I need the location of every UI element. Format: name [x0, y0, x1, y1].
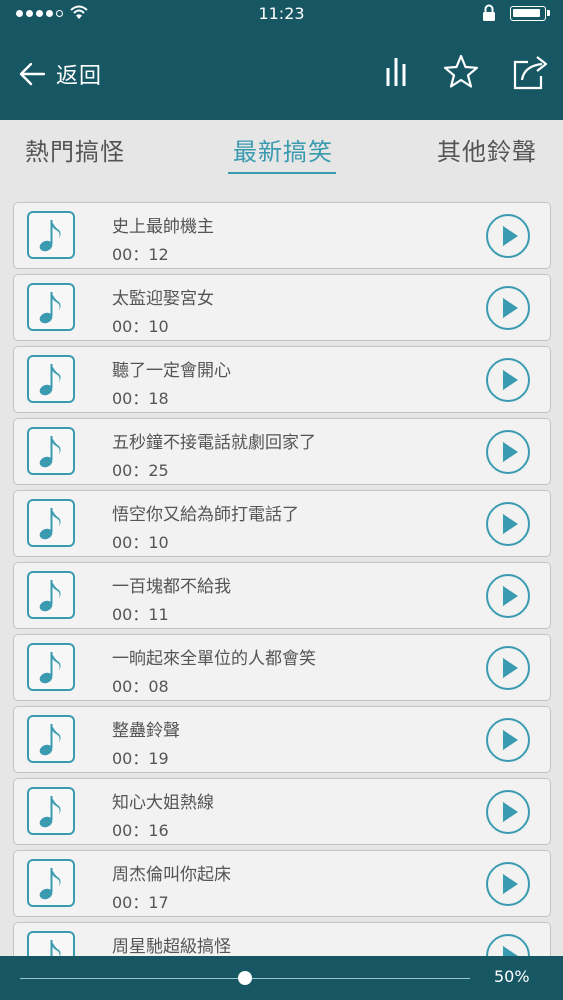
app-header: 返回	[0, 28, 563, 120]
tab-other-ringtones[interactable]: 其他鈴聲	[437, 132, 537, 167]
ringtone-duration: 00：10	[112, 317, 169, 336]
ringtone-duration: 00：25	[112, 461, 169, 480]
ringtone-item[interactable]: 整蠱鈴聲 00：19	[13, 706, 551, 773]
battery-icon	[510, 6, 550, 21]
music-note-icon	[27, 283, 75, 331]
music-note-icon	[27, 859, 75, 907]
volume-percent: 50%	[494, 967, 530, 986]
ringtone-item[interactable]: 知心大姐熱線 00：16	[13, 778, 551, 845]
play-icon[interactable]	[486, 214, 530, 258]
music-note-icon	[27, 715, 75, 763]
ringtone-duration: 00：11	[112, 605, 169, 624]
status-time: 11:23	[258, 4, 305, 23]
ringtone-item[interactable]: 周星馳超級搞怪	[13, 922, 551, 956]
music-note-icon	[27, 931, 75, 956]
ringtone-list[interactable]: 史上最帥機主 00：12 太監迎娶宮女 00：10 聽了一定會開心 00：18 五秒鐘不接電…	[0, 200, 563, 956]
back-button[interactable]: 返回	[18, 52, 102, 96]
play-icon[interactable]	[486, 934, 530, 956]
play-icon[interactable]	[486, 790, 530, 834]
play-icon[interactable]	[486, 574, 530, 618]
ringtone-title: 聽了一定會開心	[112, 361, 231, 381]
ringtone-item[interactable]: 太監迎娶宮女 00：10	[13, 274, 551, 341]
ringtone-title: 史上最帥機主	[112, 217, 214, 237]
equalizer-icon[interactable]	[384, 52, 410, 92]
ringtone-title: 一晌起來全單位的人都會笑	[112, 649, 316, 669]
tab-latest-funny[interactable]: 最新搞笑	[233, 132, 333, 167]
ringtone-title: 太監迎娶宮女	[112, 289, 214, 309]
back-label: 返回	[56, 64, 103, 89]
music-note-icon	[27, 427, 75, 475]
ringtone-title: 五秒鐘不接電話就劇回家了	[112, 433, 316, 453]
music-note-icon	[27, 643, 75, 691]
music-note-icon	[27, 787, 75, 835]
ringtone-title: 整蠱鈴聲	[112, 721, 180, 741]
ringtone-item[interactable]: 悟空你又給為師打電話了 00：10	[13, 490, 551, 557]
status-bar: 11:23	[0, 0, 563, 28]
tab-hot-pranks[interactable]: 熱門搞怪	[25, 132, 125, 167]
ringtone-title: 周杰倫叫你起床	[112, 865, 231, 885]
play-icon[interactable]	[486, 646, 530, 690]
ringtone-title: 一百塊都不給我	[112, 577, 231, 597]
ringtone-duration: 00：18	[112, 389, 169, 408]
play-icon[interactable]	[486, 430, 530, 474]
ringtone-item[interactable]: 一百塊都不給我 00：11	[13, 562, 551, 629]
music-note-icon	[27, 571, 75, 619]
ringtone-duration: 00：16	[112, 821, 169, 840]
lock-icon	[483, 4, 495, 21]
star-icon[interactable]	[443, 52, 479, 92]
active-tab-indicator	[228, 172, 336, 174]
ringtone-duration: 00：08	[112, 677, 169, 696]
ringtone-item[interactable]: 一晌起來全單位的人都會笑 00：08	[13, 634, 551, 701]
ringtone-title: 悟空你又給為師打電話了	[112, 505, 299, 525]
ringtone-duration: 00：19	[112, 749, 169, 768]
ringtone-title: 周星馳超級搞怪	[112, 937, 231, 956]
play-icon[interactable]	[486, 718, 530, 762]
ringtone-duration: 00：12	[112, 245, 169, 264]
music-note-icon	[27, 499, 75, 547]
ringtone-title: 知心大姐熱線	[112, 793, 214, 813]
music-note-icon	[27, 211, 75, 259]
ringtone-duration: 00：17	[112, 893, 169, 912]
play-icon[interactable]	[486, 862, 530, 906]
back-arrow-icon	[19, 62, 46, 86]
volume-slider-knob[interactable]	[238, 971, 252, 985]
music-note-icon	[27, 355, 75, 403]
play-icon[interactable]	[486, 502, 530, 546]
share-icon[interactable]	[512, 52, 550, 92]
ringtone-item[interactable]: 周杰倫叫你起床 00：17	[13, 850, 551, 917]
ringtone-duration: 00：10	[112, 533, 169, 552]
ringtone-item[interactable]: 五秒鐘不接電話就劇回家了 00：25	[13, 418, 551, 485]
volume-bar: 50%	[0, 956, 563, 1000]
ringtone-item[interactable]: 聽了一定會開心 00：18	[13, 346, 551, 413]
category-tabs: 熱門搞怪 最新搞笑 其他鈴聲	[0, 120, 563, 182]
ringtone-item[interactable]: 史上最帥機主 00：12	[13, 202, 551, 269]
play-icon[interactable]	[486, 286, 530, 330]
play-icon[interactable]	[486, 358, 530, 402]
